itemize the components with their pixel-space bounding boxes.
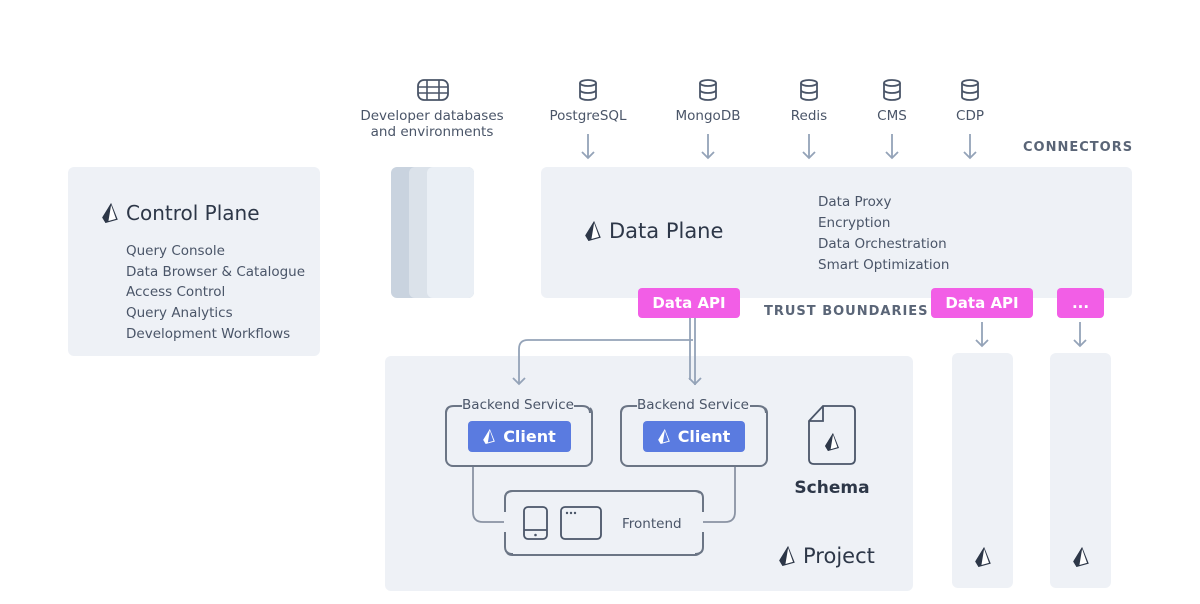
schema-label: Schema [794, 478, 870, 498]
prisma-logo-icon [779, 546, 795, 566]
other-project-panel [952, 353, 1013, 588]
project-title-text: Project [803, 544, 875, 568]
project-title: Project [779, 544, 875, 568]
schema-file-icon [808, 405, 856, 465]
prisma-logo-icon [1073, 547, 1089, 567]
devices-icon [523, 506, 602, 540]
prisma-logo-icon [975, 547, 991, 567]
arrow-down-icon [1073, 322, 1087, 348]
other-project-panel [1050, 353, 1111, 588]
arrow-down-icon [975, 322, 989, 348]
frontend-label: Frontend [622, 516, 682, 532]
